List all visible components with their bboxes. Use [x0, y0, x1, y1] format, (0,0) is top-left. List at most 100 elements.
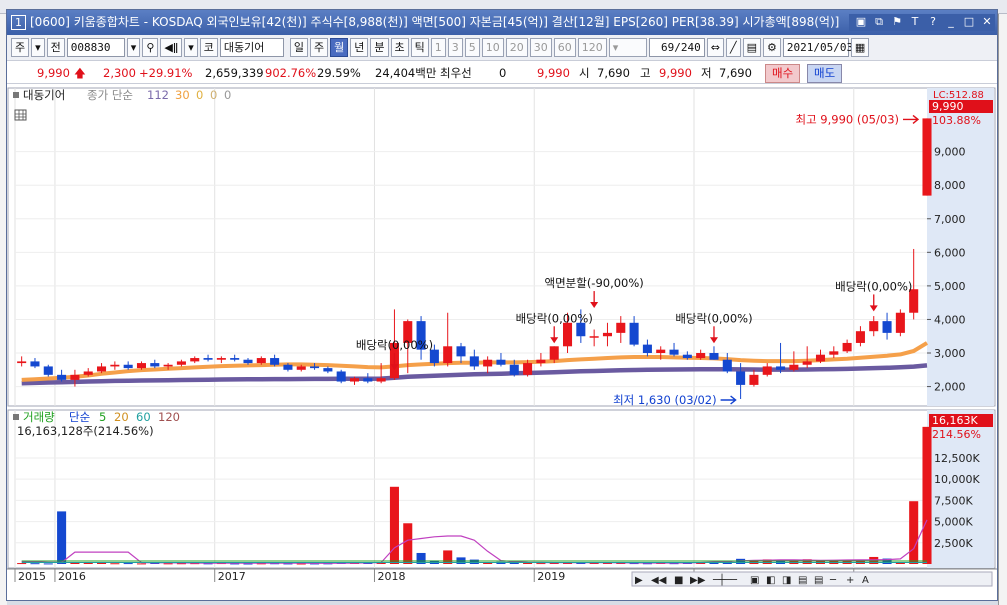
- annotation-label: 배당락(0,00%): [835, 279, 912, 293]
- candle-body: [123, 364, 133, 369]
- volume-bar: [30, 563, 40, 565]
- volume-bar: [163, 563, 173, 565]
- buy-button[interactable]: 매수: [765, 64, 801, 83]
- current-pct-label: 103.88%: [932, 114, 981, 127]
- copy-window-icon[interactable]: ⧉: [871, 14, 887, 30]
- candle-body: [509, 364, 519, 375]
- interval-custom-select[interactable]: ▾: [608, 38, 647, 57]
- volume-bar: [922, 426, 932, 564]
- best-quote-value: 0: [499, 66, 507, 80]
- calendar-icon[interactable]: ▦: [850, 38, 870, 57]
- draw-tool-icon[interactable]: ╱: [726, 38, 741, 57]
- interval-5[interactable]: 5: [464, 38, 480, 57]
- scroll-control-icon[interactable]: ▤: [814, 575, 823, 586]
- interval-20[interactable]: 20: [505, 38, 528, 57]
- candle-body: [762, 366, 772, 375]
- interval-3[interactable]: 3: [447, 38, 463, 57]
- candle-body: [190, 358, 200, 362]
- search-icon[interactable]: ⚲: [142, 38, 159, 57]
- ask-price: 9,990: [537, 66, 570, 80]
- chart-toolbar: 주 ▾ 전 008830 ▾ ⚲ ◀ǁ ▾ 코 대동기어 일 주 월 년 분 초…: [7, 35, 997, 61]
- x-tick-label: 2018: [377, 570, 405, 583]
- alert-icon[interactable]: ⚑: [889, 14, 905, 30]
- scroll-control-icon[interactable]: +: [846, 575, 854, 586]
- font-size-icon[interactable]: T: [907, 14, 923, 30]
- data-count-field[interactable]: 69/240: [648, 38, 705, 57]
- interval-1[interactable]: 1: [430, 38, 446, 57]
- scroll-control-icon[interactable]: ■: [674, 575, 683, 586]
- volume-bar: [57, 511, 67, 564]
- candle-body: [669, 349, 679, 355]
- volume-bar: [536, 563, 546, 565]
- kosdaq-badge: 코: [199, 38, 218, 57]
- price-volume-chart[interactable]: 201520162017201820192020202105/032,0003,…: [7, 86, 997, 602]
- price-tick-label: 4,000: [934, 313, 966, 326]
- candle-body: [656, 349, 666, 354]
- candle-body: [722, 359, 732, 372]
- interval-30[interactable]: 30: [529, 38, 552, 57]
- candle-body: [536, 359, 546, 364]
- sound-icon[interactable]: ◀ǁ: [160, 38, 183, 57]
- price-legend-ma-period: 0: [210, 88, 217, 102]
- market-dropdown-icon[interactable]: ▾: [31, 38, 45, 57]
- period-day[interactable]: 일: [289, 38, 309, 57]
- candle-body: [696, 353, 706, 359]
- zoom-icon[interactable]: ⇔: [706, 38, 724, 57]
- stock-code-input[interactable]: 008830: [66, 38, 125, 57]
- window-title: [0600] 키움종합차트 - KOSDAQ 외국인보유[42(천)] 주식수[…: [30, 15, 840, 29]
- chart-area[interactable]: 201520162017201820192020202105/032,0003,…: [7, 86, 997, 602]
- scroll-control-icon[interactable]: ▤: [798, 575, 807, 586]
- candle-body: [443, 346, 453, 364]
- period-month[interactable]: 월: [330, 38, 349, 57]
- candle-body: [882, 321, 892, 333]
- scroll-control-icon[interactable]: ▣: [750, 575, 759, 586]
- candle-body: [376, 378, 386, 382]
- scroll-control-icon[interactable]: ◨: [782, 575, 791, 586]
- window-titlebar[interactable]: 1 [0600] 키움종합차트 - KOSDAQ 외국인보유[42(천)] 주식수…: [7, 10, 997, 35]
- scroll-control-icon[interactable]: ◀◀: [651, 575, 667, 586]
- period-tick[interactable]: 틱: [410, 38, 429, 57]
- settings-gear-icon[interactable]: ⚙: [763, 38, 781, 57]
- maximize-button[interactable]: □: [961, 14, 977, 30]
- date-input[interactable]: 2021/05/03: [782, 38, 853, 57]
- scroll-control-icon[interactable]: ▶: [635, 575, 643, 586]
- scroll-control-icon[interactable]: A: [862, 575, 869, 586]
- period-second[interactable]: 초: [390, 38, 409, 57]
- candle-body: [749, 374, 759, 385]
- save-icon[interactable]: ▤: [742, 38, 762, 57]
- annotation-label: 배당락(0,00%): [356, 338, 433, 352]
- price-tick-label: 7,000: [934, 213, 966, 226]
- scroll-control-icon[interactable]: ─: [829, 575, 837, 586]
- price-legend-ma-period: 30: [175, 88, 190, 102]
- close-button[interactable]: ✕: [979, 14, 995, 30]
- code-dropdown-icon[interactable]: ▾: [126, 38, 141, 57]
- annotation-label: 배당락(0,00%): [675, 311, 752, 325]
- minimize-button[interactable]: _: [943, 14, 959, 30]
- period-minute[interactable]: 분: [370, 38, 389, 57]
- sound-dropdown-icon[interactable]: ▾: [184, 38, 198, 57]
- candle-body: [283, 364, 293, 370]
- interval-10[interactable]: 10: [481, 38, 504, 57]
- window-number: 1: [11, 15, 26, 30]
- volume-bar: [83, 562, 93, 564]
- volume-bar: [110, 563, 120, 565]
- interval-120[interactable]: 120: [577, 38, 607, 57]
- interval-60[interactable]: 60: [553, 38, 576, 57]
- help-icon[interactable]: ?: [925, 14, 941, 30]
- period-year[interactable]: 년: [350, 38, 369, 57]
- volume-legend-marker: [13, 414, 19, 420]
- link-icon[interactable]: ▣: [853, 14, 869, 30]
- current-price-tag-label: 9,990: [932, 100, 964, 113]
- volume-legend-ma-period: 120: [158, 410, 180, 424]
- high-price: 9,990: [659, 66, 692, 80]
- candle-body: [922, 118, 932, 196]
- period-week[interactable]: 주: [310, 38, 329, 57]
- candle-body: [176, 361, 186, 365]
- scroll-control-icon[interactable]: ▶▶: [690, 575, 706, 586]
- scroll-control-icon[interactable]: ◧: [766, 575, 775, 586]
- volume-bar: [17, 563, 27, 565]
- scroll-control-icon[interactable]: ─┼──: [712, 573, 738, 586]
- prev-button[interactable]: 전: [46, 38, 65, 57]
- sell-button[interactable]: 매도: [807, 64, 843, 83]
- market-select[interactable]: 주: [11, 38, 30, 57]
